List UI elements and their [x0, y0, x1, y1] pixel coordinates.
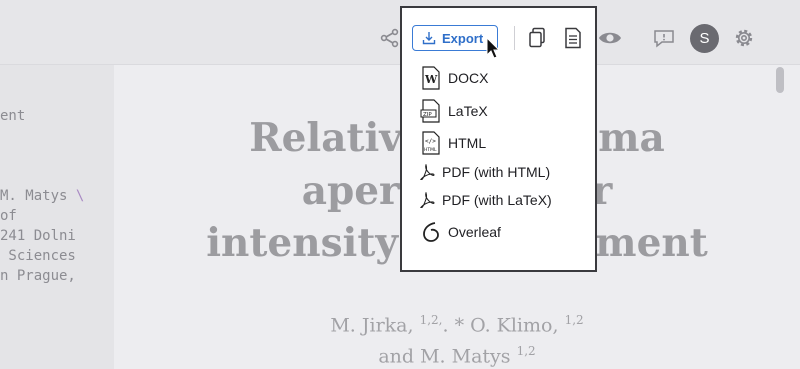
menu-item-pdf-latex[interactable]: PDF (with LaTeX)	[412, 185, 588, 215]
menu-item-label: HTML	[448, 135, 487, 151]
menu-item-label: LaTeX	[448, 103, 488, 119]
latex-line-break: \	[75, 188, 85, 204]
comments-icon[interactable]	[652, 26, 676, 50]
authors-line: M. Jirka, 1,2,. * O. Klimo, 1,2	[330, 313, 584, 337]
svg-text:HTML: HTML	[424, 147, 437, 153]
code-line: Sciences	[0, 248, 76, 264]
menu-item-label: DOCX	[448, 70, 489, 86]
code-line: of	[0, 208, 17, 224]
user-avatar[interactable]: S	[690, 24, 719, 53]
svg-text:ZIP: ZIP	[423, 112, 432, 118]
menu-item-label: PDF (with HTML)	[442, 164, 551, 180]
svg-text:</>: </>	[425, 138, 436, 145]
menu-item-html[interactable]: </> HTML HTML	[412, 128, 588, 158]
export-button-label: Export	[442, 30, 484, 46]
menu-item-label: Overleaf	[448, 224, 501, 240]
menu-item-docx[interactable]: W DOCX	[412, 63, 588, 93]
menu-item-overleaf[interactable]: Overleaf	[412, 217, 588, 247]
preview-scrollbar[interactable]	[776, 67, 784, 93]
copy-icon[interactable]	[528, 27, 548, 49]
code-line: n Prague,	[0, 268, 76, 284]
preview-eye-icon[interactable]	[598, 26, 622, 50]
document-icon[interactable]	[563, 27, 583, 49]
download-icon	[422, 32, 436, 45]
html-file-icon: </> HTML	[420, 131, 442, 155]
menu-item-label: PDF (with LaTeX)	[442, 192, 552, 208]
code-line: ent	[0, 108, 26, 124]
menu-item-latex[interactable]: ZIP LaTeX	[412, 96, 588, 126]
svg-text:W: W	[424, 73, 438, 86]
pdf-icon	[416, 160, 438, 184]
share-icon[interactable]	[378, 26, 402, 50]
zip-file-icon: ZIP	[420, 99, 442, 123]
toolbar-divider	[514, 26, 515, 50]
word-doc-icon: W	[420, 66, 442, 90]
overleaf-icon	[420, 220, 442, 244]
mouse-cursor-icon	[486, 37, 501, 59]
pdf-icon	[416, 188, 438, 212]
authors-line: and M. Matys 1,2	[378, 344, 536, 368]
source-editor-pane[interactable]: ent M. Matys \ of 241 Dolni Sciences n P…	[0, 65, 114, 369]
menu-item-pdf-html[interactable]: PDF (with HTML)	[412, 157, 588, 187]
settings-gear-icon[interactable]	[732, 26, 756, 50]
code-line: M. Matys \	[0, 188, 85, 204]
code-line: 241 Dolni	[0, 228, 76, 244]
